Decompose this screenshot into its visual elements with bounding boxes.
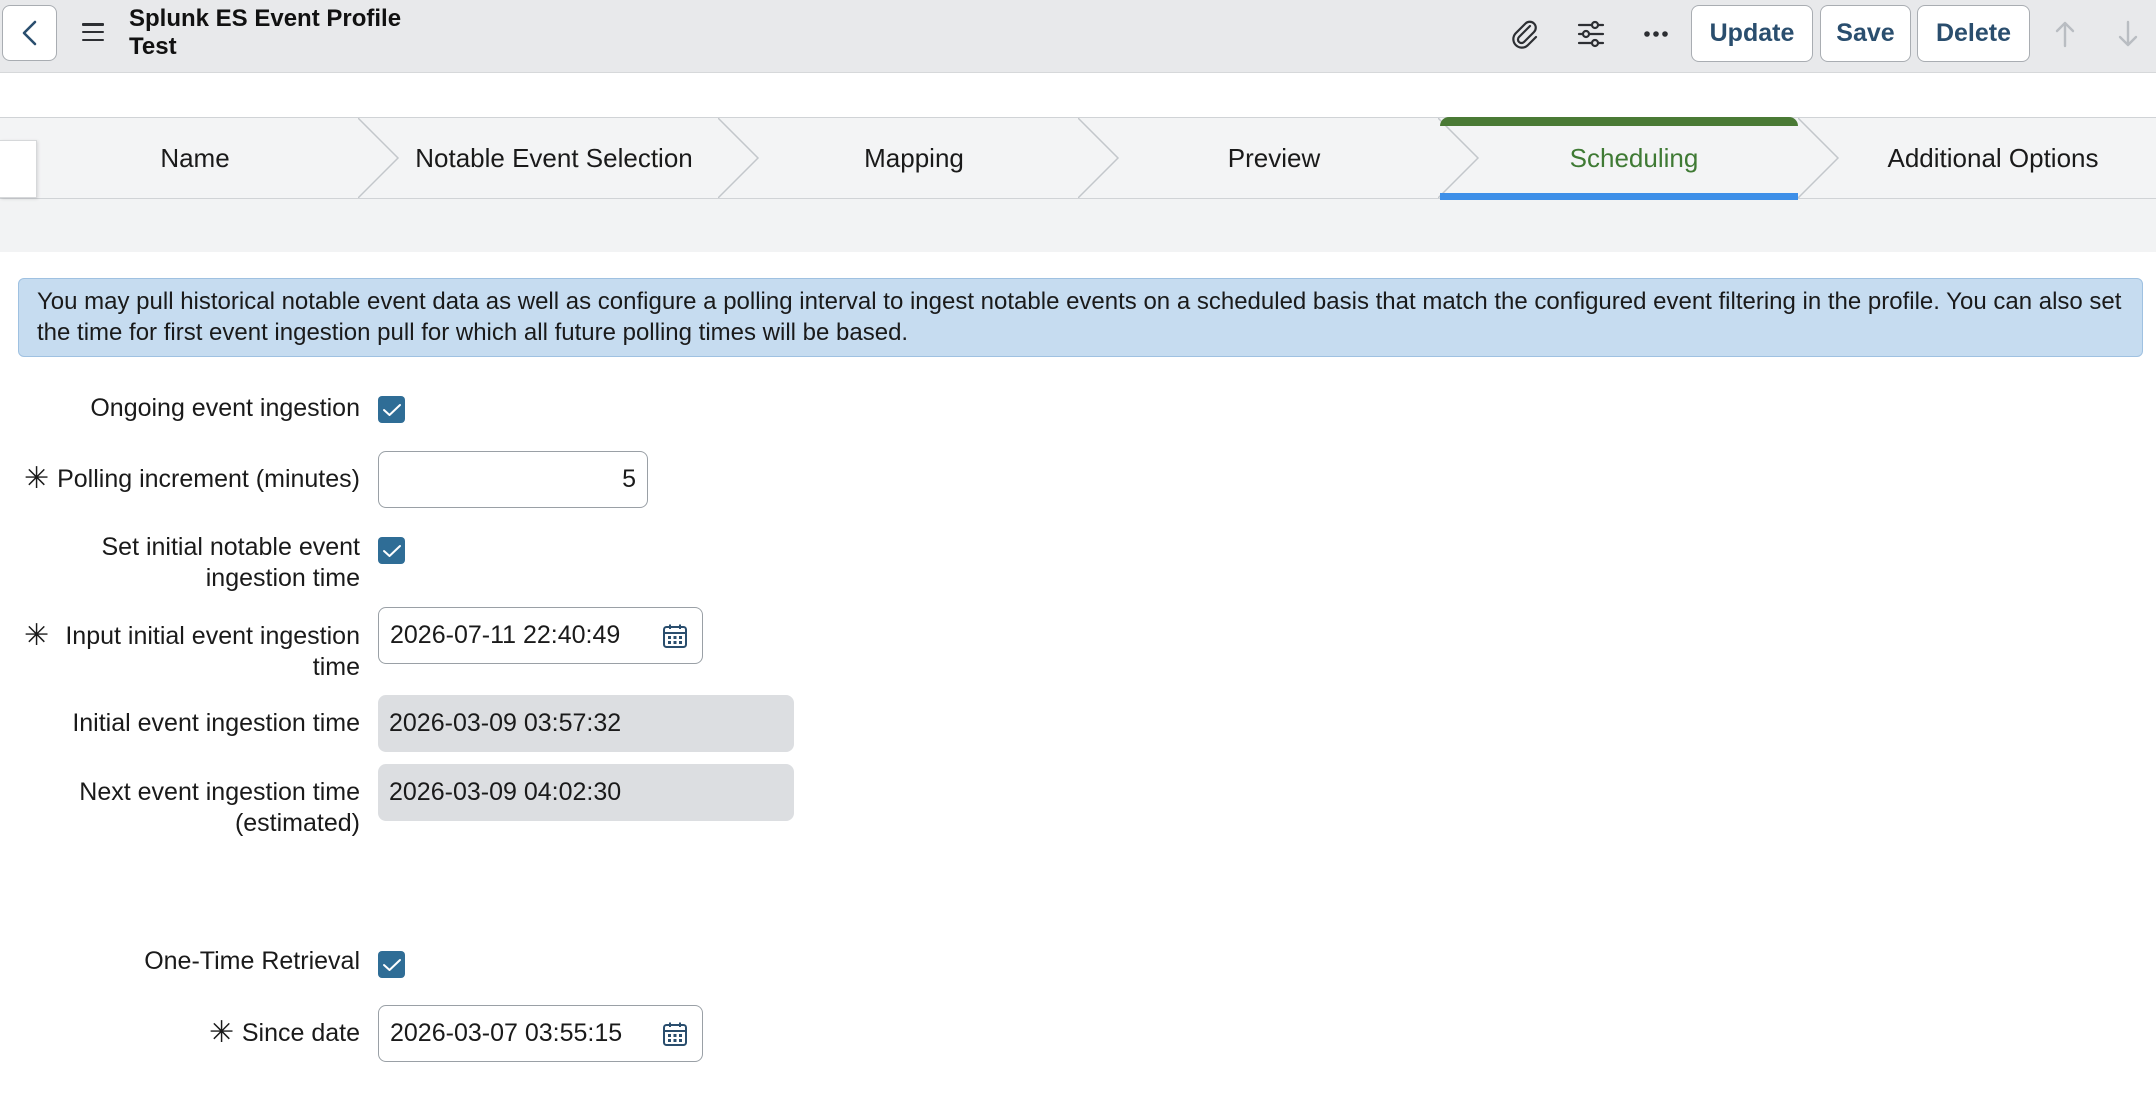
settings-sliders-icon[interactable] xyxy=(1571,14,1611,54)
one-time-retrieval-label: One-Time Retrieval xyxy=(144,947,360,975)
calendar-button[interactable] xyxy=(647,1005,703,1062)
step-notable-event-selection[interactable]: Notable Event Selection xyxy=(384,118,724,198)
one-time-retrieval-checkbox[interactable] xyxy=(378,951,405,978)
ongoing-ingestion-label: Ongoing event ingestion xyxy=(90,394,360,422)
arrow-up-icon[interactable] xyxy=(2045,14,2085,54)
input-initial-time-field[interactable]: 2026-07-11 22:40:49 xyxy=(378,607,648,664)
set-initial-time-checkbox[interactable] xyxy=(378,537,405,564)
since-date-field[interactable]: 2026-03-07 03:55:15 xyxy=(378,1005,648,1062)
active-step-bottom-indicator xyxy=(1440,193,1798,200)
next-time-value: 2026-03-09 04:02:30 xyxy=(378,764,794,821)
calendar-button[interactable] xyxy=(647,607,703,664)
checkmark-icon xyxy=(382,544,401,557)
set-initial-time-label: Set initial notable event ingestion time xyxy=(101,533,360,592)
delete-button[interactable]: Delete xyxy=(1917,5,2030,62)
next-time-label: Next event ingestion time (estimated) xyxy=(79,778,360,837)
ongoing-ingestion-checkbox[interactable] xyxy=(378,396,405,423)
form-stepper: Name Notable Event Selection Mapping Pre… xyxy=(0,117,2156,199)
page-title: Splunk ES Event Profile Test xyxy=(129,5,402,60)
step-mapping[interactable]: Mapping xyxy=(744,118,1084,198)
checkmark-icon xyxy=(382,958,401,971)
calendar-icon xyxy=(662,624,687,648)
arrow-down-icon[interactable] xyxy=(2108,14,2148,54)
menu-icon[interactable] xyxy=(80,20,106,44)
back-button[interactable] xyxy=(2,5,57,61)
calendar-icon xyxy=(662,1022,687,1046)
checkmark-icon xyxy=(382,403,401,416)
polling-increment-input[interactable]: 5 xyxy=(378,451,648,508)
save-button[interactable]: Save xyxy=(1820,5,1911,62)
active-step-top-indicator xyxy=(1440,117,1798,126)
stepper-scroll-left[interactable] xyxy=(0,140,37,198)
initial-time-value: 2026-03-09 03:57:32 xyxy=(378,695,794,752)
initial-time-label: Initial event ingestion time xyxy=(72,709,360,737)
attachment-icon[interactable] xyxy=(1505,14,1545,54)
input-initial-time-label: Input initial event ingestion time xyxy=(65,622,360,681)
polling-increment-label: Polling increment (minutes) xyxy=(57,465,360,493)
step-scheduling[interactable]: Scheduling xyxy=(1464,118,1804,198)
update-button[interactable]: Update xyxy=(1691,5,1813,62)
chevron-left-icon xyxy=(22,20,36,46)
step-additional-options[interactable]: Additional Options xyxy=(1826,118,2156,198)
since-date-label: Since date xyxy=(241,1019,360,1047)
step-preview[interactable]: Preview xyxy=(1104,118,1444,198)
more-options-icon[interactable] xyxy=(1636,14,1676,54)
step-name[interactable]: Name xyxy=(0,118,390,198)
form-header: Splunk ES Event Profile Test Update Save… xyxy=(0,0,2156,73)
info-message: You may pull historical notable event da… xyxy=(18,278,2143,357)
